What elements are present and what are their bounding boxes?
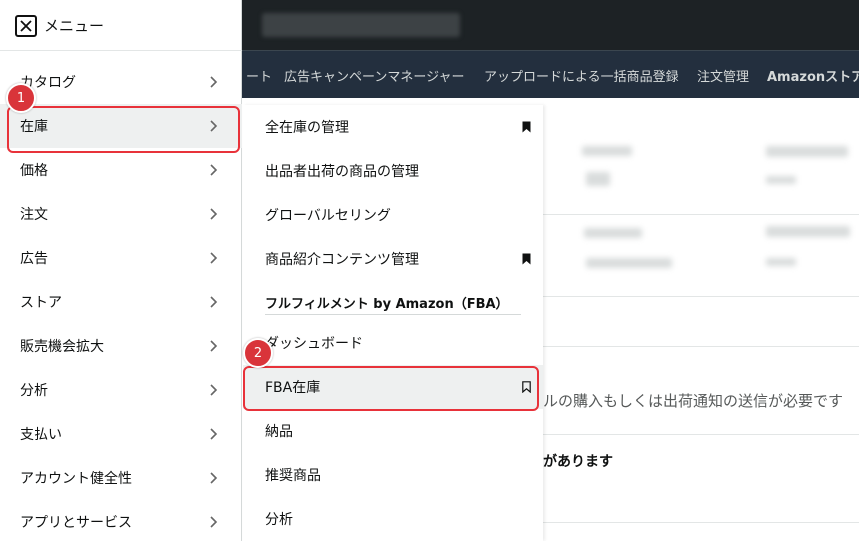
menu-item-label: 価格 (20, 163, 48, 179)
highlight-inventory (7, 106, 240, 153)
chevron-right-icon (206, 251, 220, 265)
divider (543, 434, 859, 435)
blurred-text (584, 228, 642, 238)
submenu-item-label: ダッシュボード (265, 336, 363, 352)
blurred-text (766, 226, 850, 237)
menu-item-pricing[interactable]: 価格 (0, 148, 242, 192)
submenu-item-manage-all-inventory[interactable]: 全在庫の管理 (243, 105, 543, 149)
chevron-right-icon (206, 163, 220, 177)
menu-item-label: 広告 (20, 251, 48, 267)
submenu-item-global-selling[interactable]: グローバルセリング (243, 193, 543, 237)
menu-item-reports[interactable]: 分析 (0, 368, 242, 412)
menu-title: メニュー (44, 17, 105, 35)
step-badge-1: 1 (6, 83, 36, 113)
bookmark-filled-icon[interactable] (522, 121, 531, 133)
submenu-item-label: 全在庫の管理 (265, 120, 349, 136)
menu-item-label: 支払い (20, 427, 62, 443)
submenu-item-dashboard[interactable]: ダッシュボード (243, 321, 543, 365)
menu-item-label: アプリとサービス (20, 515, 132, 531)
menu-item-label: 販売機会拡大 (20, 339, 104, 355)
submenu-item-label: 出品者出荷の商品の管理 (265, 164, 419, 180)
blurred-text (766, 176, 796, 184)
close-icon (20, 20, 32, 32)
blurred-text (586, 258, 672, 268)
blurred-text (582, 146, 632, 156)
submenu-item-a-plus-content[interactable]: 商品紹介コンテンツ管理 (243, 237, 543, 281)
chevron-right-icon (206, 295, 220, 309)
divider (543, 522, 859, 523)
menu-item-payments[interactable]: 支払い (0, 412, 242, 456)
menu-item-growth[interactable]: 販売機会拡大 (0, 324, 242, 368)
main-menu: メニュー カタログ 在庫 価格 注文 広告 ストア 販売機会拡大 分析 支払い アカウント健全性ア… (0, 0, 242, 541)
menu-item-apps-and-services[interactable]: アプリとサービス (0, 500, 242, 541)
chevron-right-icon (206, 427, 220, 441)
submenu-item-label: 分析 (265, 512, 293, 528)
notice-bold-text: があります (543, 454, 613, 470)
submenu-item-label: 納品 (265, 424, 293, 440)
submenu-item-label: グローバルセリング (265, 208, 391, 224)
nav-item-ad-campaign[interactable]: 広告キャンペーンマネージャー (284, 66, 464, 85)
menu-item-advertising[interactable]: 広告 (0, 236, 242, 280)
step-badge-2: 2 (243, 338, 273, 368)
menu-item-label: 分析 (20, 383, 48, 399)
menu-item-label: ストア (20, 295, 62, 311)
nav-item-report[interactable]: ート (246, 66, 272, 85)
highlight-fba-inventory (243, 366, 539, 411)
nav-item-orders[interactable]: 注文管理 (697, 66, 749, 85)
divider (543, 214, 859, 215)
divider (543, 296, 859, 297)
section-divider (265, 314, 521, 315)
bookmark-filled-icon[interactable] (522, 253, 531, 265)
inventory-submenu: 全在庫の管理出品者出荷の商品の管理 グローバルセリング商品紹介コンテンツ管理 フル… (243, 105, 543, 541)
submenu-item-label: 推奨商品 (265, 468, 321, 484)
divider (543, 346, 859, 347)
submenu-item-recommendations[interactable]: 推奨商品 (243, 453, 543, 497)
submenu-item-manage-seller-fulfilled[interactable]: 出品者出荷の商品の管理 (243, 149, 543, 193)
blurred-text (766, 146, 848, 157)
submenu-item-shipments[interactable]: 納品 (243, 409, 543, 453)
submenu-item-label: 商品紹介コンテンツ管理 (265, 252, 419, 268)
chevron-right-icon (206, 383, 220, 397)
chevron-right-icon (206, 207, 220, 221)
chevron-right-icon (206, 471, 220, 485)
close-menu-button[interactable] (15, 15, 37, 37)
menu-item-account-health[interactable]: アカウント健全性 (0, 456, 242, 500)
menu-item-label: アカウント健全性 (20, 471, 132, 487)
nav-item-amazon-store[interactable]: Amazonストア (767, 66, 859, 85)
chevron-right-icon (206, 515, 220, 529)
menu-item-orders[interactable]: 注文 (0, 192, 242, 236)
menu-header: メニュー (0, 0, 242, 51)
notice-text: ルの購入もしくは出荷通知の送信が必要です (543, 392, 844, 410)
menu-item-label: 注文 (20, 207, 48, 223)
chevron-right-icon (206, 75, 220, 89)
menu-item-catalog[interactable]: カタログ (0, 60, 242, 104)
blurred-search-bar (262, 13, 460, 37)
nav-item-bulk-upload[interactable]: アップロードによる一括商品登録 (484, 66, 679, 85)
fba-section-header: フルフィルメント by Amazon（FBA） (265, 297, 509, 312)
menu-item-stores[interactable]: ストア (0, 280, 242, 324)
chevron-right-icon (206, 339, 220, 353)
submenu-item-analytics[interactable]: 分析 (243, 497, 543, 541)
blurred-text (586, 172, 610, 186)
blurred-text (766, 258, 796, 266)
